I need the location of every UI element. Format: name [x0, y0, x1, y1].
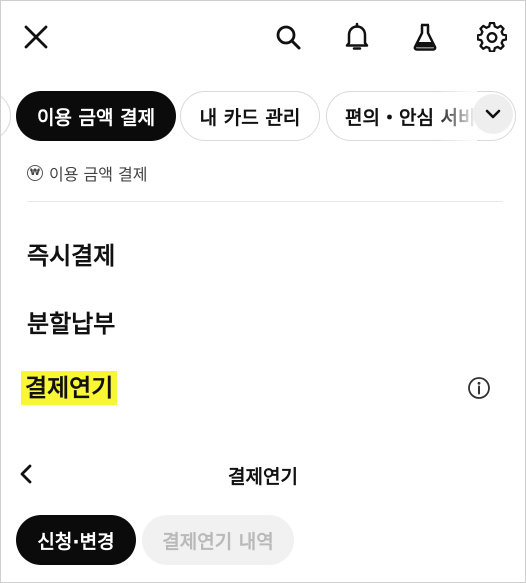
app-frame: 이용 금액 결제 내 카드 관리 편의・안심 서비스 ₩ 이용 금액 결제 즉시…	[0, 0, 526, 583]
section-heading: ₩ 이용 금액 결제	[27, 161, 148, 185]
menu-item-payment-deferral[interactable]: 결제연기	[21, 371, 118, 405]
search-icon	[276, 25, 301, 50]
notification-button[interactable]	[339, 19, 375, 55]
section-heading-label: 이용 금액 결제	[49, 165, 148, 184]
menu-item-installment[interactable]: 분할납부	[27, 304, 115, 339]
info-icon[interactable]	[467, 376, 491, 400]
section-divider	[27, 201, 503, 202]
chevron-down-icon	[485, 109, 501, 119]
close-button[interactable]	[18, 19, 54, 55]
flask-icon	[413, 23, 437, 51]
tab-previous[interactable]	[1, 91, 11, 141]
segment-deferral-history[interactable]: 결제연기 내역	[142, 515, 294, 565]
top-bar	[1, 1, 525, 73]
close-icon	[24, 25, 48, 49]
gear-icon	[477, 22, 507, 52]
search-button[interactable]	[270, 19, 306, 55]
tabs-expand-button[interactable]	[473, 94, 513, 134]
segment-apply-change[interactable]: 신청·변경	[16, 515, 136, 565]
won-currency-icon: ₩	[27, 165, 43, 181]
sheet-title: 결제연기	[228, 466, 298, 488]
category-tabs: 이용 금액 결제 내 카드 관리 편의・안심 서비스	[1, 91, 525, 143]
bell-icon	[345, 22, 369, 50]
settings-button[interactable]	[474, 19, 510, 55]
lab-button[interactable]	[407, 19, 443, 55]
tab-card-management[interactable]: 내 카드 관리	[180, 91, 320, 141]
menu-item-instant-payment[interactable]: 즉시결제	[27, 236, 115, 271]
tab-payment[interactable]: 이용 금액 결제	[16, 91, 176, 141]
menu-item-payment-deferral-label: 결제연기	[21, 371, 118, 405]
